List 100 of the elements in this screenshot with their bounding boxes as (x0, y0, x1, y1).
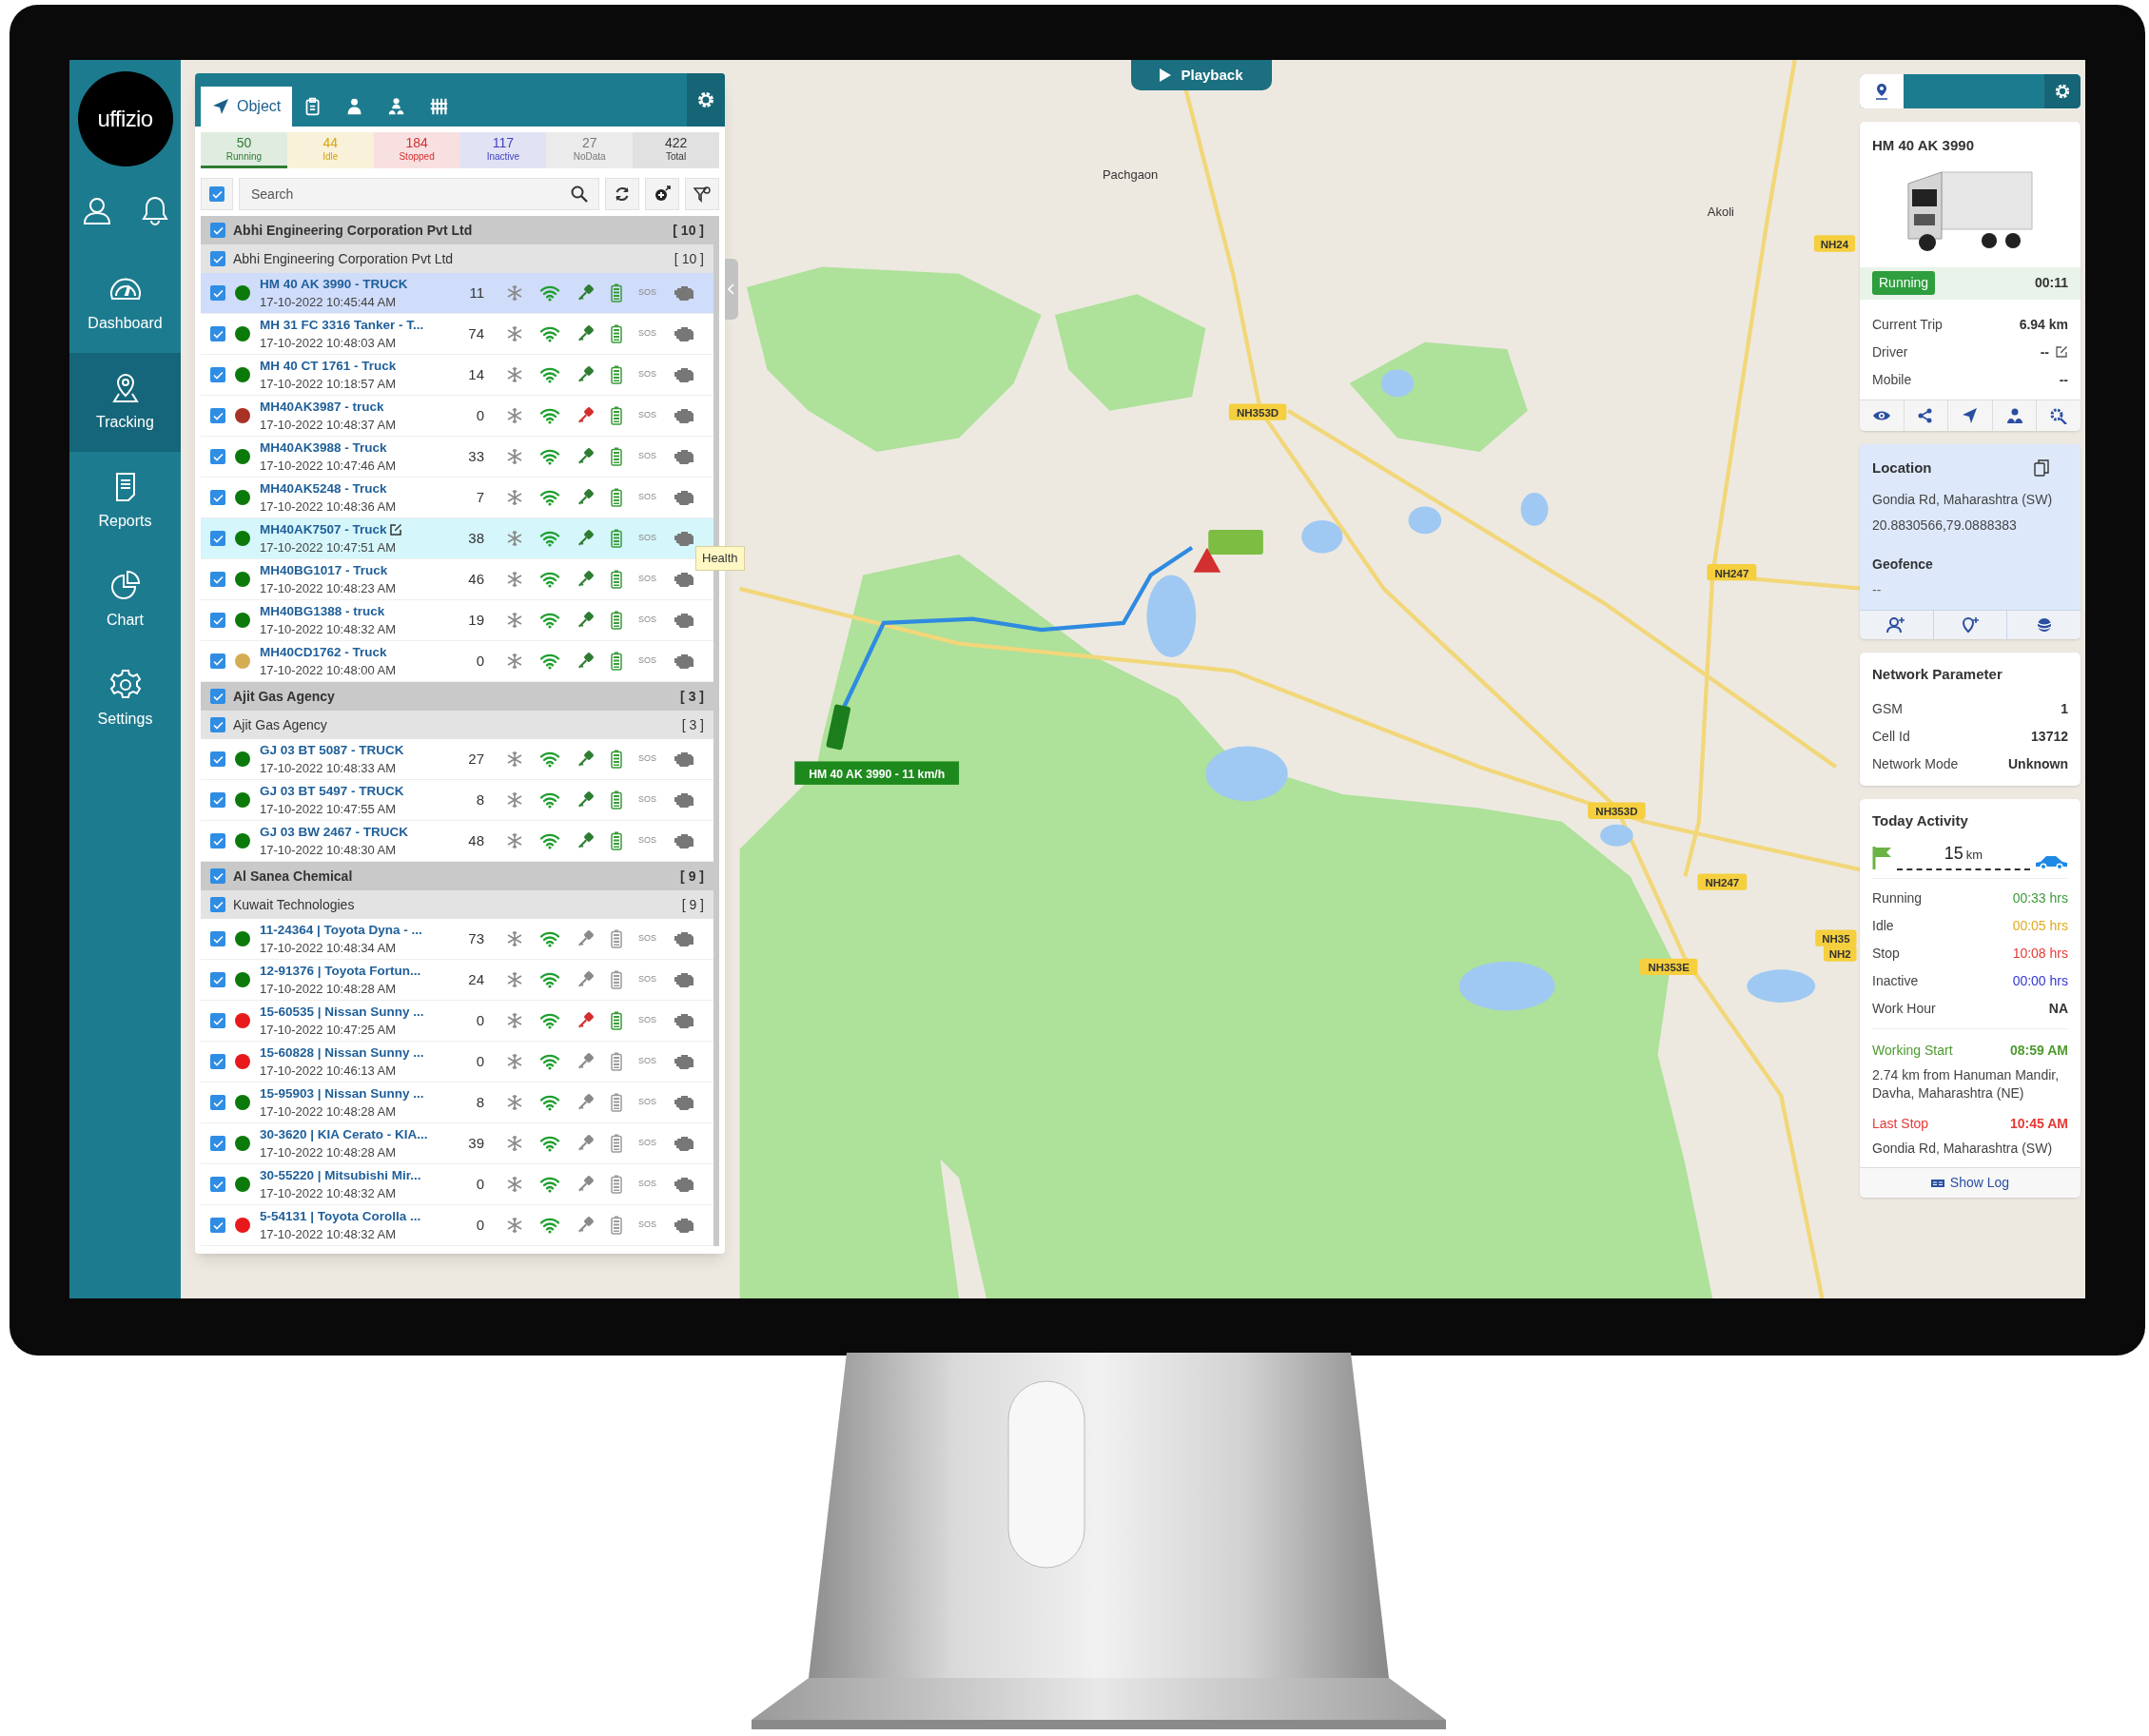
copy-icon[interactable] (2034, 458, 2049, 477)
show-log-button[interactable]: Show Log (1860, 1167, 2081, 1198)
nav-item[interactable]: Tracking (69, 353, 181, 452)
status-count[interactable]: 422 Total (633, 132, 719, 168)
navigation-arrow-icon (212, 98, 229, 115)
checkbox[interactable] (210, 367, 225, 382)
checkbox[interactable] (210, 792, 225, 808)
checkbox[interactable] (210, 653, 225, 669)
sos-label: SOS (637, 793, 656, 807)
vehicle-speed: 8 (475, 1092, 484, 1112)
toolbar-button[interactable] (645, 178, 679, 210)
snowflake-icon (505, 1012, 523, 1029)
bell-icon[interactable] (140, 195, 169, 225)
edit-icon[interactable] (2055, 345, 2068, 359)
checkbox[interactable] (210, 897, 225, 912)
engine-icon (673, 407, 696, 424)
user-icon[interactable] (81, 195, 112, 225)
checkbox[interactable] (210, 326, 225, 341)
group-header[interactable]: Abhi Engineering Corporation Pvt Ltd [ 10 ] (201, 216, 713, 244)
wifi-icon (539, 971, 560, 988)
checkbox[interactable] (210, 285, 225, 301)
checkbox[interactable] (210, 972, 225, 987)
nav-item[interactable]: Dashboard (69, 254, 181, 353)
group-header[interactable]: Ajit Gas Agency [ 3 ] (201, 682, 713, 711)
checkbox[interactable] (210, 931, 225, 946)
checkbox[interactable] (210, 251, 225, 266)
checkbox[interactable] (210, 1095, 225, 1110)
playback-button[interactable]: Playback (1131, 60, 1272, 90)
toolbar-button[interactable] (685, 178, 719, 210)
nav-item[interactable]: Reports (69, 452, 181, 551)
engine-icon (673, 832, 696, 849)
checkbox[interactable] (210, 868, 225, 884)
subgroup-header[interactable]: Abhi Engineering Corporation Pvt Ltd [ 10 ] (201, 244, 713, 273)
checkbox[interactable] (210, 223, 225, 238)
status-count[interactable]: 117 Inactive (459, 132, 547, 168)
checkbox[interactable] (210, 1054, 225, 1069)
checkbox[interactable] (210, 572, 225, 587)
settings-button[interactable] (2044, 74, 2081, 108)
snowflake-icon (505, 366, 523, 383)
card-title: Geofence (1872, 556, 1934, 574)
checkbox[interactable] (210, 408, 225, 423)
checkbox[interactable] (210, 717, 225, 732)
nav-item[interactable]: Chart (69, 551, 181, 650)
wifi-icon (539, 489, 560, 506)
vehicle-speed: 27 (467, 749, 484, 769)
status-count[interactable]: 184 Stopped (373, 132, 460, 168)
checkbox[interactable] (210, 751, 225, 767)
wifi-icon (539, 751, 560, 768)
checkbox[interactable] (210, 531, 225, 546)
detail-label: Network Mode (1872, 754, 1959, 773)
detail-value: 1 (2061, 699, 2068, 718)
checkbox[interactable] (209, 186, 225, 202)
sos-label: SOS (637, 1178, 656, 1191)
vehicle-name: 12-91376 | Toyota Fortun... (260, 963, 421, 980)
collapse-handle[interactable] (725, 259, 738, 320)
settings-button[interactable] (687, 73, 725, 127)
checkbox[interactable] (210, 689, 225, 704)
flag-icon (1872, 846, 1893, 870)
toolbar-button[interactable] (605, 178, 639, 210)
nav-item[interactable]: Settings (69, 650, 181, 749)
subgroup-count: [ 9 ] (681, 895, 704, 914)
checkbox[interactable] (210, 1177, 225, 1192)
vehicle-row[interactable]: HM 40 AK 3990 - TRUCK 17-10-2022 10:45:44 AM 11 SOS (201, 273, 713, 314)
wifi-icon (539, 284, 560, 302)
car-icon (2034, 853, 2068, 870)
engine-icon (673, 1135, 696, 1152)
wifi-icon (539, 448, 560, 465)
checkbox[interactable] (210, 833, 225, 848)
status-count[interactable]: 50 Running (201, 132, 287, 168)
vehicle-time: 17-10-2022 10:48:32 AM (260, 1226, 398, 1243)
checkbox[interactable] (210, 490, 225, 505)
search-icon (571, 185, 588, 203)
status-count[interactable]: 27 NoData (546, 132, 634, 168)
vehicle-speed: 0 (475, 1215, 484, 1235)
subgroup-header[interactable]: Kuwait Technologies [ 9 ] (201, 890, 713, 919)
lake (1301, 519, 1343, 554)
vehicle-name: HM 40 AK 3990 - TRUCK (260, 276, 408, 293)
checkbox[interactable] (210, 1013, 225, 1028)
engine-icon (673, 284, 696, 302)
sos-label: SOS (637, 573, 656, 586)
vehicle-speed: 0 (475, 1174, 484, 1194)
search-field[interactable]: Search (239, 178, 599, 210)
wifi-icon (539, 1176, 560, 1193)
road-badge: NH247 (1707, 564, 1757, 581)
location-address: Gondia Rd, Maharashtra (SW) (1872, 491, 2054, 509)
sos-label: SOS (637, 368, 656, 381)
checkbox[interactable] (210, 613, 225, 628)
checkbox[interactable] (210, 449, 225, 464)
settings-icon (2054, 83, 2071, 100)
checkbox[interactable] (210, 1218, 225, 1233)
event-place: Gondia Rd, Maharashtra (SW) (1872, 1140, 2054, 1158)
snowflake-icon (505, 530, 523, 547)
vehicle-time: 17-10-2022 10:48:37 AM (260, 417, 398, 434)
snowflake-icon (505, 971, 523, 988)
vehicle-name: MH40AK3987 - truck (260, 399, 384, 416)
group-header[interactable]: Al Sanea Chemical [ 9 ] (201, 862, 713, 890)
detail-tab[interactable] (1860, 74, 1904, 108)
subgroup-header[interactable]: Ajit Gas Agency [ 3 ] (201, 711, 713, 739)
checkbox[interactable] (210, 1136, 225, 1151)
panel-tab[interactable]: Object (201, 87, 293, 127)
